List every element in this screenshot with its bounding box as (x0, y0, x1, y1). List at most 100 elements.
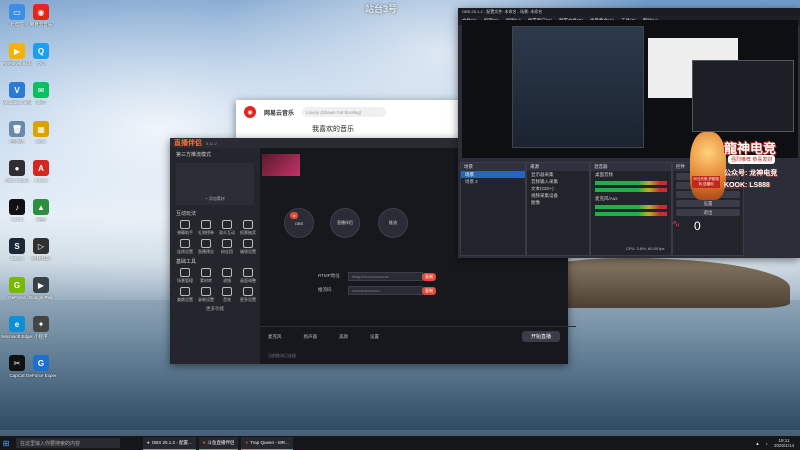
desktop-icon-label: QQ (37, 61, 45, 66)
netease-music-window[interactable]: ◉ 网易云音乐 Lovely (Shawn Fat Bootleg) 我喜欢的音… (236, 100, 460, 140)
live-account-name[interactable]: 第三方推流模式 (170, 148, 260, 161)
add-scene-button[interactable]: + 添加素材 (176, 196, 254, 202)
rtmp-url-label: RTMP地址 (318, 273, 340, 278)
video-thumbnail[interactable] (262, 154, 300, 176)
tool-icon (180, 268, 190, 277)
tool-button[interactable]: 美颜设置 (176, 287, 194, 303)
taskbar-app-button[interactable]: ● 斗鱼直播伴侣 (198, 436, 239, 450)
settings-control[interactable]: 设置 (370, 334, 379, 340)
windows-start-icon[interactable]: ⊞ (0, 436, 12, 450)
live-app-version: 5.11.2 (206, 140, 217, 146)
live-footer-status: 当前推流已连接 (268, 353, 296, 358)
overlay-count: 0 (694, 219, 701, 233)
copy-url-button[interactable]: 复制 (422, 273, 436, 281)
tool-button[interactable]: 粉丝团 (218, 239, 236, 255)
app-icon: G (33, 355, 49, 371)
tool-button[interactable]: 直播预告 (197, 239, 215, 255)
obs-node: OBS (284, 208, 314, 238)
desktop-icon-label: GeForce Experience (26, 373, 56, 378)
tool-button[interactable]: 观众互动 (218, 220, 236, 236)
taskbar-app-button[interactable]: ● OBS 25.1.2 - 配置... (143, 436, 196, 450)
copy-key-button[interactable]: 复制 (422, 287, 436, 295)
desktop-icon[interactable]: G GeForce Experience (26, 355, 56, 378)
app-icon: S (9, 238, 25, 254)
obs-scene-item[interactable]: 场景 (461, 171, 525, 178)
stream-key-field[interactable]: •••••••••••••••••••• (348, 286, 423, 295)
desktop-icon[interactable]: ▦ BOX (26, 121, 56, 144)
desktop-icon[interactable]: ▲ 绿色 (26, 199, 56, 222)
desktop-icon[interactable]: ▶ Google Play (26, 277, 56, 300)
desktop-icon[interactable]: ✉ 微信 (26, 82, 56, 105)
desktop-icon[interactable]: ✦ 小程序 (26, 316, 56, 339)
app-icon: 🗑 (9, 121, 25, 137)
obs-source-item[interactable]: 显示器采集 (527, 171, 589, 178)
microphone-control[interactable]: 麦克风 (268, 334, 282, 340)
desktop-icon[interactable]: ◉ 网易云音乐 (26, 4, 56, 27)
tool-icon (243, 287, 253, 296)
tool-label: 滤镜 (223, 278, 231, 283)
tool-button[interactable]: 礼物榜单 (197, 220, 215, 236)
rtmp-url-field[interactable]: rtmp://•••••••••••••••••• (348, 272, 423, 281)
tool-button[interactable]: 投票抽奖 (239, 220, 257, 236)
tool-button[interactable]: 更多设置 (239, 287, 257, 303)
tool-label: 更多设置 (240, 297, 256, 302)
speaker-control[interactable]: 扬声器 (304, 334, 318, 340)
taskbar-search-input[interactable]: 在这里输入你要搜索的内容 (16, 438, 120, 448)
mic-audio-meter (595, 205, 667, 209)
obs-source-item[interactable]: 文本(GDI+) (527, 185, 589, 192)
tool-button[interactable]: 滤镜 (218, 268, 236, 284)
tool-label: 粉丝团 (221, 249, 233, 254)
tool-button[interactable]: 场景管理 (176, 268, 194, 284)
obs-source-item[interactable]: 图像 (527, 199, 589, 206)
taskbar-app-label: 斗鱼直播伴侣 (207, 439, 235, 445)
tool-button[interactable]: 录制设置 (197, 287, 215, 303)
ad-kook-line: KOOK: LS888 (724, 182, 770, 189)
stream-key-label: 推流码 (318, 287, 332, 292)
desktop-icon[interactable]: A Adobe (26, 160, 56, 183)
more-functions-button[interactable]: 更多功能 (170, 306, 260, 312)
netease-search-input[interactable]: Lovely (Shawn Fat Bootleg) (302, 107, 387, 117)
ad-wechat-line: 公众号: 龙神电竞 (724, 170, 778, 177)
obs-scene-item[interactable]: 场景 2 (461, 178, 525, 185)
desktop-audio-meter-2 (595, 188, 667, 192)
app-icon: G (9, 277, 25, 293)
node-status-badge: ● (290, 212, 299, 219)
ad-subtitle: 强烈推荐 恭喜发财 (728, 155, 776, 164)
obs-control-button[interactable]: 退出 (676, 209, 740, 216)
volume-icon[interactable]: ♪ (766, 441, 768, 446)
beauty-control[interactable]: 美颜 (339, 334, 348, 340)
desktop-audio-meter (595, 181, 667, 185)
app-icon: A (33, 160, 49, 176)
tool-button[interactable]: 福袋设置 (239, 239, 257, 255)
start-live-button[interactable]: 开始直播 (522, 331, 560, 342)
desktop-icon[interactable]: ▷ 视频剪辑 (26, 238, 56, 261)
taskbar-app-button[interactable]: ● Trap Queen - MR... (241, 436, 293, 450)
app-icon: ▦ (33, 121, 49, 137)
obs-source-item[interactable]: 视频采集设备 (527, 192, 589, 199)
obs-scenes-panel: 场景 场景 场景 2 (460, 162, 526, 256)
app-icon: e (9, 316, 25, 332)
network-icon[interactable]: ▲ (755, 441, 759, 446)
tool-icon (222, 220, 232, 229)
tool-label: 礼物榜单 (198, 230, 214, 235)
tool-button[interactable]: 连线设置 (176, 239, 194, 255)
desktop-icon-label: 绿色 (36, 217, 46, 222)
tool-label: 投票抽奖 (240, 230, 256, 235)
desktop-icon-label: 网易云音乐 (29, 22, 53, 27)
obs-source-item[interactable]: 音频输入采集 (527, 178, 589, 185)
taskbar-apps: ● OBS 25.1.2 - 配置... ● 斗鱼直播伴侣 ● Trap Queen - … (140, 436, 293, 450)
taskbar-app-icon: ● (147, 440, 150, 445)
desktop-icon[interactable]: Q QQ (26, 43, 56, 66)
tool-button[interactable]: 弹幕助手 (176, 220, 194, 236)
taskbar-clock[interactable]: 19:11 2020/1/14 (774, 438, 794, 448)
tool-button[interactable]: 音效 (218, 287, 236, 303)
obs-title: OBS 25.1.2 - 配置文件: 未命名 - 场景: 未命名 (462, 9, 543, 14)
obs-control-button[interactable]: 设置 (676, 200, 740, 207)
sources-header: 来源 (527, 163, 589, 171)
taskbar-app-icon: ● (202, 440, 206, 445)
tool-button[interactable]: 素材库 (197, 268, 215, 284)
mixer-channel-desktop: 桌面音频 (595, 171, 613, 177)
tool-label: 画面调整 (240, 278, 256, 283)
tool-button[interactable]: 画面调整 (239, 268, 257, 284)
app-icon: V (9, 82, 25, 98)
